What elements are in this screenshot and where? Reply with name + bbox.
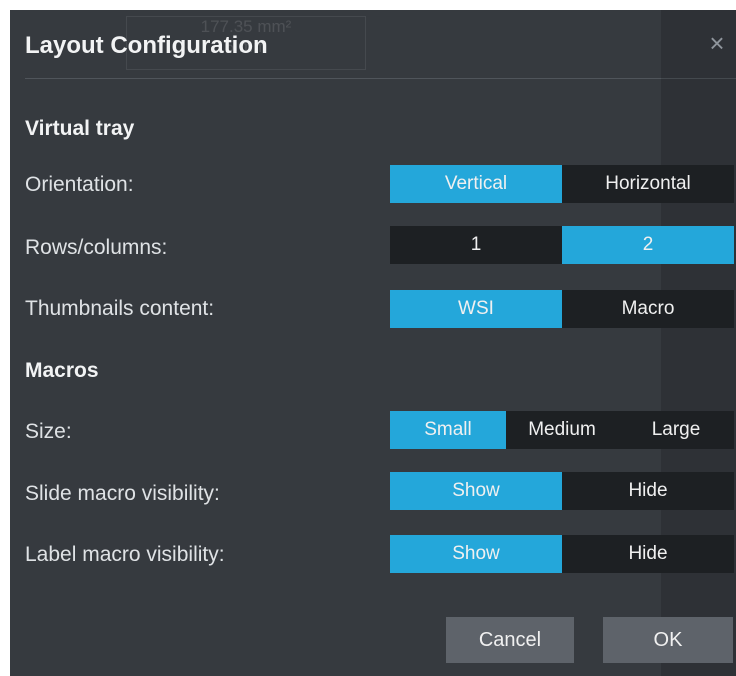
section-virtual-tray: Virtual tray [25, 117, 135, 140]
orientation-horizontal-option[interactable]: Horizontal [562, 165, 734, 203]
orientation-toggle: Vertical Horizontal [390, 165, 734, 203]
title-divider [25, 78, 736, 79]
thumbnails-content-label: Thumbnails content: [25, 297, 215, 320]
size-medium-option[interactable]: Medium [506, 411, 618, 449]
dialog-title: Layout Configuration [25, 32, 268, 59]
thumbnails-macro-option[interactable]: Macro [562, 290, 734, 328]
layout-configuration-dialog: 177.35 mm² 5 mm Layout Configuration × V… [10, 10, 736, 676]
rows-columns-label: Rows/columns: [25, 236, 168, 259]
macro-size-toggle: Small Medium Large [390, 411, 734, 449]
slide-macro-visibility-toggle: Show Hide [390, 472, 734, 510]
rows-columns-toggle: 1 2 [390, 226, 734, 264]
label-macro-show-option[interactable]: Show [390, 535, 562, 573]
label-macro-visibility-label: Label macro visibility: [25, 543, 225, 566]
ok-button[interactable]: OK [603, 617, 733, 663]
size-large-option[interactable]: Large [618, 411, 734, 449]
close-icon[interactable]: × [704, 30, 730, 56]
size-label: Size: [25, 420, 72, 443]
rows-columns-2-option[interactable]: 2 [562, 226, 734, 264]
orientation-label: Orientation: [25, 173, 134, 196]
cancel-button[interactable]: Cancel [446, 617, 574, 663]
label-macro-hide-option[interactable]: Hide [562, 535, 734, 573]
slide-macro-visibility-label: Slide macro visibility: [25, 482, 220, 505]
thumbnails-content-toggle: WSI Macro [390, 290, 734, 328]
section-macros: Macros [25, 359, 99, 382]
slide-macro-hide-option[interactable]: Hide [562, 472, 734, 510]
slide-macro-show-option[interactable]: Show [390, 472, 562, 510]
label-macro-visibility-toggle: Show Hide [390, 535, 734, 573]
rows-columns-1-option[interactable]: 1 [390, 226, 562, 264]
orientation-vertical-option[interactable]: Vertical [390, 165, 562, 203]
thumbnails-wsi-option[interactable]: WSI [390, 290, 562, 328]
size-small-option[interactable]: Small [390, 411, 506, 449]
